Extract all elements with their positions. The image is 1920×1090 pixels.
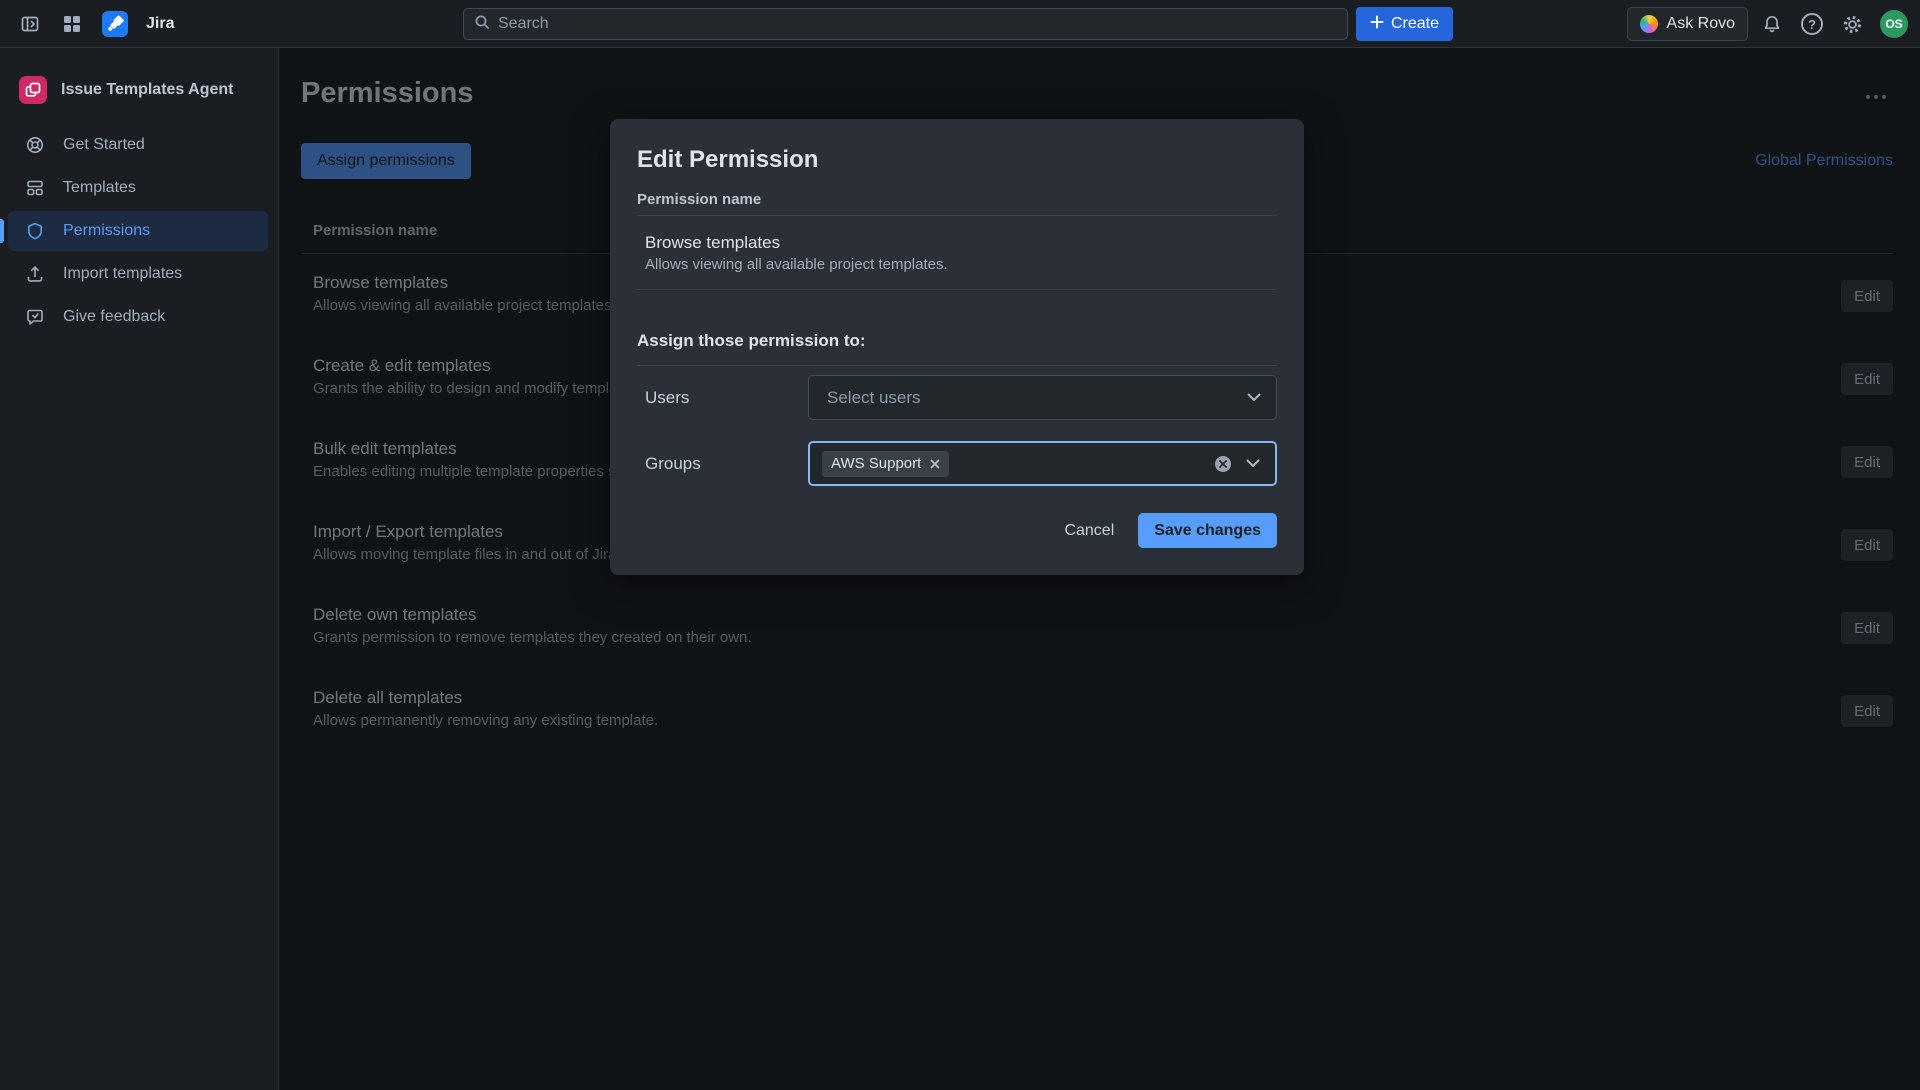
search-bar[interactable] [463,8,1348,40]
ask-rovo-label: Ask Rovo [1667,15,1735,33]
sidebar: Issue Templates Agent Get Started Te [0,48,279,1090]
chevron-down-icon [1247,389,1261,407]
gear-icon [1842,14,1863,35]
chevron-down-icon [1246,455,1260,473]
search-input[interactable] [498,15,1337,33]
sidebar-item-label: Permissions [63,222,150,240]
divider [637,365,1277,366]
rovo-icon [1640,15,1658,33]
save-changes-button[interactable]: Save changes [1138,513,1277,548]
settings-button[interactable] [1836,8,1868,40]
modal-permission-description: Allows viewing all available project tem… [645,256,1277,274]
permission-name-label: Permission name [637,191,1277,209]
sidebar-item-templates[interactable]: Templates [8,168,268,208]
user-avatar[interactable]: OS [1880,10,1908,38]
modal-permission-name: Browse templates [645,232,1277,254]
divider [637,215,1277,216]
bell-icon [1762,14,1782,34]
sidebar-item-permissions[interactable]: Permissions [8,211,268,251]
edit-permission-modal: Edit Permission Permission name Browse t… [610,119,1304,575]
search-icon [474,14,490,35]
group-tag-label: AWS Support [831,455,921,472]
group-tag: AWS Support [822,451,949,477]
topbar-right: Ask Rovo [1627,0,1908,48]
app-name: Jira [146,15,174,33]
topbar-left: Jira [0,8,174,40]
cancel-button[interactable]: Cancel [1064,522,1114,540]
ask-rovo-button[interactable]: Ask Rovo [1627,7,1748,41]
remove-tag-icon[interactable] [930,459,940,469]
groups-row: Groups AWS Support [637,441,1277,486]
topbar: Jira Create Ask Rovo [0,0,1920,48]
create-button[interactable]: Create [1356,7,1453,41]
app-screen: Jira Create Ask Rovo [0,0,1920,1090]
layout-icon [25,178,45,198]
sidebar-toggle-button[interactable] [14,8,46,40]
notifications-button[interactable] [1756,8,1788,40]
avatar-initials: OS [1885,17,1902,31]
project-name: Issue Templates Agent [61,81,234,99]
help-button[interactable] [1796,8,1828,40]
project-header[interactable]: Issue Templates Agent [0,48,278,122]
sidebar-item-label: Give feedback [63,308,165,326]
plus-icon [1370,15,1384,34]
sidebar-item-label: Templates [63,179,136,197]
sidebar-item-get-started[interactable]: Get Started [8,125,268,165]
modal-footer: Cancel Save changes [637,513,1277,548]
users-row: Users Select users [637,375,1277,420]
users-label: Users [637,388,808,408]
app-switcher-button[interactable] [56,8,88,40]
sidebar-item-label: Get Started [63,136,145,154]
upload-icon [25,264,45,284]
modal-title: Edit Permission [637,145,1277,175]
target-icon [25,135,45,155]
create-button-label: Create [1391,15,1439,33]
feedback-icon [25,307,45,327]
groups-label: Groups [637,454,808,474]
assign-to-heading: Assign those permission to: [637,330,1277,352]
active-item-indicator [0,219,4,243]
app-grid-icon [63,15,81,33]
clear-selection-icon[interactable] [1214,455,1232,473]
sidebar-item-label: Import templates [63,265,182,283]
users-select[interactable]: Select users [808,375,1277,420]
help-icon [1801,13,1823,35]
users-select-placeholder: Select users [827,388,1233,408]
groups-selected-values: AWS Support [822,451,1200,477]
shield-icon [25,221,45,241]
jira-logo-icon[interactable] [102,11,128,37]
sidebar-collapse-icon [20,14,40,34]
groups-select[interactable]: AWS Support [808,441,1277,486]
project-icon [19,76,47,104]
sidebar-item-import-templates[interactable]: Import templates [8,254,268,294]
divider [637,289,1277,290]
sidebar-item-give-feedback[interactable]: Give feedback [8,297,268,337]
